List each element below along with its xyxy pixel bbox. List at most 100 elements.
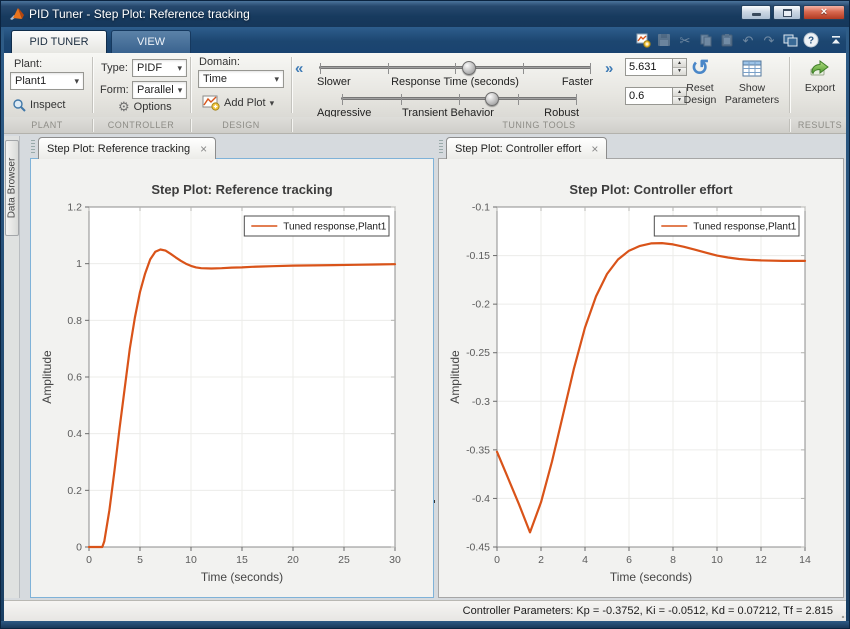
controller-effort-pane: Step Plot: Controller effort × 024681012… — [438, 136, 844, 598]
design-section-label: DESIGN — [222, 120, 260, 130]
transient-behavior-slider-thumb[interactable] — [485, 92, 499, 106]
svg-text:1.2: 1.2 — [67, 202, 82, 214]
transient-behavior-input[interactable] — [625, 87, 672, 105]
slider-tick — [590, 63, 591, 74]
slower-step-button[interactable]: « — [295, 61, 303, 77]
response-time-slider[interactable] — [319, 66, 591, 69]
options-button[interactable]: ⚙ Options — [118, 100, 172, 114]
paste-icon — [720, 33, 734, 47]
svg-text:-0.45: -0.45 — [466, 542, 490, 554]
tuning-tools-section-label: TUNING TOOLS — [502, 120, 575, 130]
window-layout-icon — [783, 33, 798, 47]
reset-design-label: Reset Design — [677, 82, 723, 106]
minimize-icon — [752, 13, 761, 16]
tab-pid-tuner[interactable]: PID TUNER — [11, 30, 107, 53]
close-tab-icon[interactable]: × — [200, 143, 207, 155]
paste-button[interactable] — [718, 32, 736, 49]
minimize-button[interactable] — [741, 5, 771, 20]
divider — [291, 57, 292, 113]
svg-text:0: 0 — [76, 542, 82, 554]
window-frame-left — [1, 27, 4, 621]
inspect-label: Inspect — [30, 99, 65, 111]
slider-tick — [523, 63, 524, 74]
redo-icon: ↷ — [764, 34, 775, 47]
pane-drag-handle[interactable] — [31, 140, 35, 154]
form-dropdown[interactable]: Parallel ▾ — [132, 81, 187, 99]
reference-tracking-figure: 05101520253000.20.40.60.811.2Step Plot: … — [30, 158, 434, 598]
magnifier-icon — [12, 98, 26, 112]
data-browser-label: Data Browser — [7, 158, 18, 219]
redo-button[interactable]: ↷ — [760, 32, 778, 49]
reset-design-button[interactable]: ↺ Reset Design — [677, 56, 723, 106]
slider-tick — [459, 94, 460, 105]
tab-view[interactable]: VIEW — [111, 30, 191, 53]
slider-tick — [401, 94, 402, 105]
tab-reference-tracking[interactable]: Step Plot: Reference tracking × — [38, 137, 216, 159]
slider-tick — [455, 63, 456, 74]
svg-text:0.8: 0.8 — [67, 315, 82, 327]
new-figure-button[interactable] — [634, 32, 652, 49]
svg-text:14: 14 — [799, 554, 811, 566]
inspect-button[interactable]: Inspect — [12, 98, 65, 112]
svg-text:15: 15 — [236, 554, 248, 566]
help-icon: ? — [803, 32, 819, 48]
undo-icon: ↶ — [743, 34, 754, 47]
cut-button[interactable]: ✂ — [676, 32, 694, 49]
domain-label: Domain: — [199, 56, 240, 68]
tab-controller-effort[interactable]: Step Plot: Controller effort × — [446, 137, 607, 159]
svg-text:-0.35: -0.35 — [466, 444, 490, 456]
svg-text:Time (seconds): Time (seconds) — [610, 570, 692, 584]
divider — [789, 57, 790, 113]
parameters-table-icon — [742, 56, 762, 80]
svg-text:5: 5 — [137, 554, 143, 566]
transient-behavior-slider[interactable] — [341, 97, 577, 100]
help-button[interactable]: ? — [802, 32, 820, 49]
data-browser-collapsed-panel[interactable]: Data Browser — [5, 140, 19, 236]
close-tab-icon[interactable]: × — [591, 143, 598, 155]
pane-drag-handle[interactable] — [439, 140, 443, 154]
svg-text:Amplitude: Amplitude — [448, 350, 462, 404]
divider — [92, 119, 93, 132]
svg-text:12: 12 — [755, 554, 767, 566]
cut-icon: ✂ — [680, 34, 691, 47]
svg-text:20: 20 — [287, 554, 299, 566]
svg-text:-0.4: -0.4 — [472, 493, 490, 505]
slider-tick — [388, 63, 389, 74]
slider-tick — [518, 94, 519, 105]
save-button[interactable] — [655, 32, 673, 49]
svg-text:Tuned response,Plant1: Tuned response,Plant1 — [693, 222, 796, 233]
response-time-input[interactable] — [625, 58, 672, 76]
svg-text:0.4: 0.4 — [67, 428, 82, 440]
title-bar[interactable]: PID Tuner - Step Plot: Reference trackin… — [1, 1, 850, 27]
type-dropdown[interactable]: PIDF ▾ — [132, 59, 187, 77]
faster-step-button[interactable]: » — [605, 61, 613, 77]
response-time-slider-thumb[interactable] — [462, 61, 476, 75]
collapse-ribbon-button[interactable] — [827, 32, 845, 49]
status-bar: Controller Parameters: Kp = -0.3752, Ki … — [1, 600, 850, 621]
show-parameters-label: Show Parameters — [719, 82, 785, 106]
copy-button[interactable] — [697, 32, 715, 49]
pid-tuner-window: PID Tuner - Step Plot: Reference trackin… — [0, 0, 850, 629]
add-plot-icon — [202, 95, 220, 111]
show-parameters-button[interactable]: Show Parameters — [719, 56, 785, 106]
controller-effort-plot: 02468101214-0.45-0.4-0.35-0.3-0.25-0.2-0… — [439, 159, 843, 597]
domain-dropdown-value: Time — [203, 73, 227, 85]
gear-icon: ⚙ — [118, 100, 130, 114]
undo-button[interactable]: ↶ — [739, 32, 757, 49]
plant-dropdown-value: Plant1 — [15, 75, 46, 87]
add-plot-button[interactable]: Add Plot ▾ — [202, 95, 274, 111]
svg-text:10: 10 — [711, 554, 723, 566]
close-button[interactable]: × — [803, 5, 845, 20]
controller-section-label: CONTROLLER — [108, 120, 175, 130]
export-button[interactable]: Export — [797, 56, 843, 94]
svg-text:-0.25: -0.25 — [466, 347, 490, 359]
plant-dropdown[interactable]: Plant1 ▾ — [10, 72, 84, 90]
svg-text:6: 6 — [626, 554, 632, 566]
svg-text:0: 0 — [494, 554, 500, 566]
maximize-button[interactable] — [773, 5, 801, 20]
svg-text:-0.2: -0.2 — [472, 299, 490, 311]
domain-dropdown[interactable]: Time ▾ — [198, 70, 284, 88]
chevron-down-icon: ▾ — [270, 98, 275, 109]
window-layout-button[interactable] — [781, 32, 799, 49]
svg-text:10: 10 — [185, 554, 197, 566]
